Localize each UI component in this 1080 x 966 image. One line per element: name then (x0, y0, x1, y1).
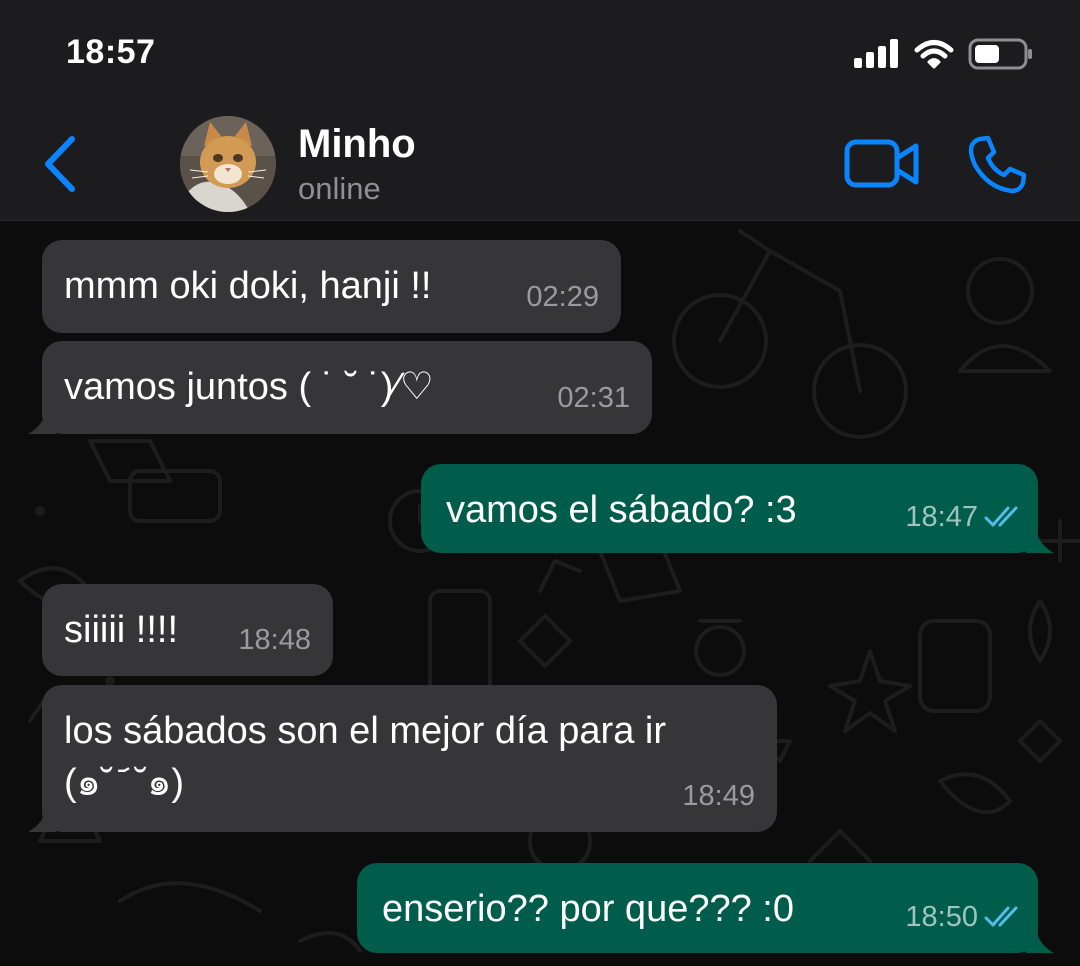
message-time: 18:48 (238, 624, 311, 656)
message-time: 18:49 (682, 780, 755, 812)
bubble-tail (28, 406, 56, 434)
status-bar-time: 18:57 (66, 33, 156, 71)
message-list[interactable]: mmm oki doki, hanji !! 02:29 vamos junto… (0, 221, 1080, 966)
phone-call-icon (968, 135, 1027, 194)
message-text: los sábados son el mejor día para ir (64, 710, 666, 752)
video-call-icon (844, 139, 919, 188)
message-time: 02:31 (557, 382, 630, 414)
message-bubble-outgoing[interactable]: vamos el sábado? :3 18:47 (421, 464, 1054, 553)
wifi-icon (914, 40, 954, 69)
battery-icon (968, 38, 1032, 70)
message-time: 02:29 (526, 281, 599, 313)
contact-name[interactable]: Minho (298, 122, 416, 167)
cat-avatar-image (180, 116, 276, 212)
message-meta: 18:48 (238, 618, 311, 662)
contact-avatar[interactable] (180, 116, 276, 212)
voice-call-button[interactable] (966, 134, 1028, 196)
bubble-tail (28, 804, 56, 832)
video-call-button[interactable] (844, 136, 920, 192)
message-bubble-incoming[interactable]: mmm oki doki, hanji !! 02:29 (42, 240, 621, 333)
cellular-signal-icon (854, 39, 898, 68)
message-bubble-incoming[interactable]: siiiii !!!! 18:48 (42, 584, 333, 676)
back-button[interactable] (38, 132, 82, 196)
message-meta: 18:49 (682, 774, 755, 818)
message-text: vamos juntos ( ˙ ˘ ˙)⁄♡ (64, 366, 434, 408)
chat-screen: 18:57 Minho online mmm oki doki, hanji !… (0, 0, 1080, 966)
message-bubble-outgoing[interactable]: enserio?? por que??? :0 18:50 (357, 863, 1054, 953)
message-meta: 18:50 (905, 895, 1026, 939)
message-bubble-incoming[interactable]: vamos juntos ( ˙ ˘ ˙)⁄♡ 02:31 (28, 341, 652, 434)
double-check-read-icon (984, 906, 1018, 927)
message-time: 18:47 (905, 501, 978, 533)
status-bar-icons (854, 38, 1034, 70)
chevron-left-icon (45, 136, 75, 192)
message-text-line-2: (๑˘ ᷄ ˘๑) (64, 762, 184, 804)
message-time: 18:50 (905, 901, 978, 933)
message-meta: 18:47 (905, 495, 1026, 539)
double-check-read-icon (984, 506, 1018, 527)
message-meta: 02:29 (526, 275, 599, 319)
bubble-tail (1026, 925, 1054, 953)
bubble-tail (1026, 525, 1054, 553)
message-bubble-incoming[interactable]: los sábados son el mejor día para ir (๑˘… (28, 685, 777, 832)
message-text: mmm oki doki, hanji !! (64, 265, 432, 307)
chat-header: 18:57 Minho online (0, 0, 1080, 221)
contact-status: online (298, 171, 381, 206)
message-meta: 02:31 (557, 376, 630, 420)
